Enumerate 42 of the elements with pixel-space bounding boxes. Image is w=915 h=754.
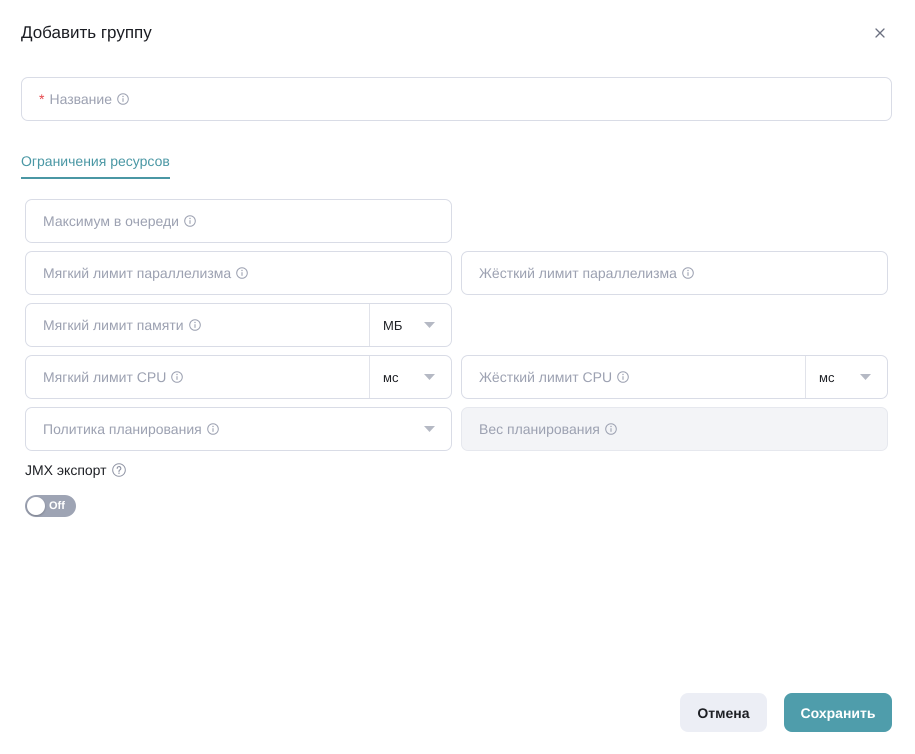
input-field[interactable]: Мягкий лимит памяти МБ [25,303,452,347]
toggle-switch[interactable]: Off [25,495,76,517]
save-button[interactable]: Сохранить [784,693,892,732]
input-field[interactable]: Жёсткий лимит параллелизма [461,251,888,295]
info-icon [617,371,630,383]
tab[interactable]: Ограничения ресурсов [21,145,170,179]
placeholder-text: Жёсткий лимит параллелизма [479,265,677,281]
info-icon [171,371,184,383]
info-icon [236,267,248,279]
placeholder-text: Мягкий лимит памяти [43,317,184,333]
select-field[interactable]: Политика планирования [25,407,452,451]
info-icon [188,319,201,331]
help-icon [112,463,126,477]
unit-select[interactable]: мс [369,356,451,398]
caret-icon [424,374,435,380]
input-field[interactable]: Мягкий лимит параллелизма [25,251,452,295]
info-icon [117,93,130,105]
info-icon [682,267,694,279]
caret-icon [860,374,871,380]
unit-select[interactable]: мс [805,356,887,398]
caret-icon [424,322,435,328]
info-icon [604,423,617,435]
placeholder-text: Мягкий лимит параллелизма [43,265,232,281]
jmx-export-label: JMX экспорт [25,462,107,478]
placeholder-text: Вес планирования [479,421,600,437]
input-field[interactable]: * Название [21,77,892,121]
placeholder-text: Жёсткий лимит CPU [479,369,612,385]
required-mark: * [39,91,44,107]
close-icon[interactable] [875,28,885,38]
dialog-title: Добавить группу [21,23,152,43]
placeholder-text: Политика планирования [43,421,202,437]
placeholder-text: Максимум в очереди [43,213,179,229]
placeholder-text: Название [49,91,112,107]
input-field[interactable]: Мягкий лимит CPU мс [25,355,452,399]
input-field[interactable]: Жёсткий лимит CPU мс [461,355,888,399]
caret-icon [424,426,435,432]
info-icon [184,215,196,227]
unit-select[interactable]: МБ [369,304,451,346]
cancel-button[interactable]: Отмена [680,693,767,732]
placeholder-text: Мягкий лимит CPU [43,369,166,385]
input-field[interactable]: Максимум в очереди [25,199,452,243]
info-icon [206,423,219,435]
